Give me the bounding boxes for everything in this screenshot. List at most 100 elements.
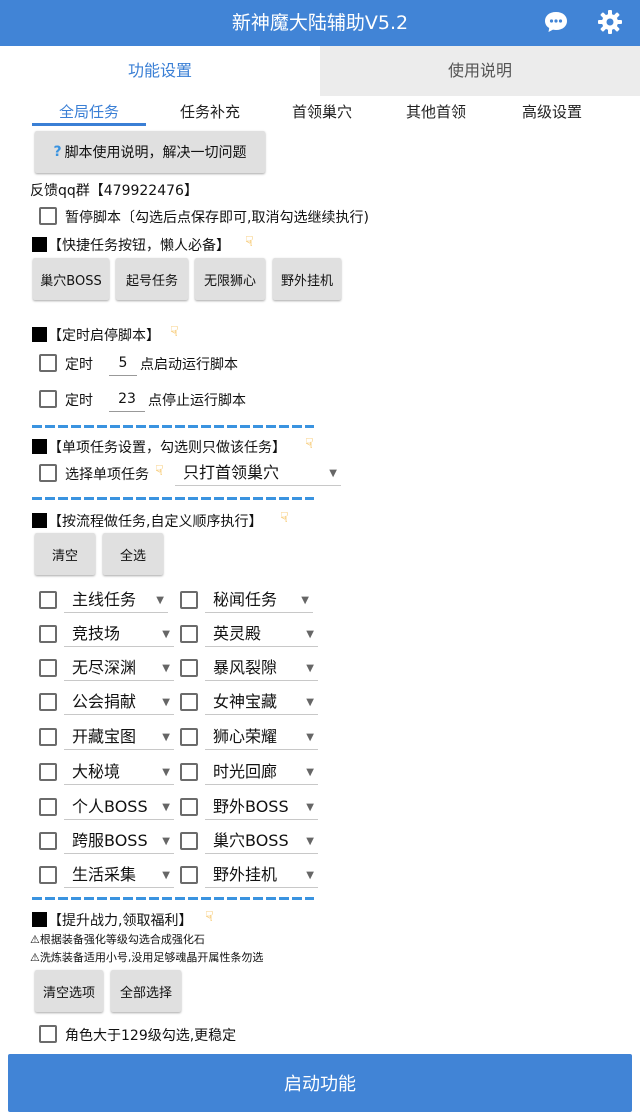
flow-task-label: 野外BOSS [213, 797, 289, 816]
flow-section-heading: 【按流程做任务,自定义顺序执行】 [48, 514, 263, 530]
flow-task-checkbox[interactable] [39, 866, 57, 884]
chat-button[interactable] [537, 4, 575, 40]
flow-task-select[interactable]: 跨服BOSS ▼ [64, 828, 174, 854]
subtab-other-bosses[interactable]: 其他首领 [378, 98, 494, 126]
power-select-all-button[interactable]: 全部选择 [111, 970, 181, 1012]
start-function-button[interactable]: 启动功能 [8, 1054, 632, 1112]
chevron-down-icon: ▼ [156, 595, 164, 606]
chevron-down-icon: ▼ [162, 802, 170, 813]
flow-task-select[interactable]: 大秘境 ▼ [64, 759, 174, 785]
flow-task-label: 时光回廊 [213, 762, 278, 781]
flow-task-label: 野外挂机 [213, 865, 278, 884]
flow-task-checkbox[interactable] [39, 763, 57, 781]
warning-refine-equipment: ⚠洗炼装备适用小号,没用足够魂晶开属性条勿选 [30, 951, 264, 964]
flow-select-all-button[interactable]: 全选 [103, 533, 163, 575]
section-divider [32, 497, 314, 500]
flow-task-select[interactable]: 女神宝藏 ▼ [205, 689, 318, 715]
section-marker [32, 327, 47, 342]
flow-task-label: 女神宝藏 [213, 692, 278, 711]
subtab-global-tasks[interactable]: 全局任务 [32, 98, 146, 126]
subtab-boss-nest[interactable]: 首领巢穴 [264, 98, 380, 126]
flow-task-label: 竞技场 [72, 624, 121, 643]
flow-task-select[interactable]: 公会捐献 ▼ [64, 689, 174, 715]
flow-task-label: 主线任务 [72, 590, 137, 609]
chevron-down-icon: ▼ [306, 663, 314, 674]
flow-task-checkbox[interactable] [180, 763, 198, 781]
chevron-down-icon: ▼ [162, 732, 170, 743]
flow-task-checkbox[interactable] [180, 728, 198, 746]
flow-task-select[interactable]: 开藏宝图 ▼ [64, 724, 174, 750]
flow-task-checkbox[interactable] [39, 625, 57, 643]
flow-task-checkbox[interactable] [180, 625, 198, 643]
timer-start-checkbox[interactable] [39, 354, 57, 372]
flow-task-checkbox[interactable] [39, 659, 57, 677]
flow-task-select[interactable]: 巢穴BOSS ▼ [205, 828, 318, 854]
flow-task-checkbox[interactable] [39, 728, 57, 746]
gear-icon [598, 10, 622, 34]
flow-task-checkbox[interactable] [180, 659, 198, 677]
section-marker [32, 513, 47, 528]
pointing-hand-icon: ☟ [305, 436, 314, 452]
flow-task-checkbox[interactable] [39, 693, 57, 711]
timer-start-prefix: 定时 [65, 357, 93, 373]
chevron-down-icon: ▼ [306, 802, 314, 813]
power-clear-button[interactable]: 清空选项 [35, 970, 103, 1012]
chevron-down-icon: ▼ [162, 836, 170, 847]
flow-task-checkbox[interactable] [180, 866, 198, 884]
flow-task-checkbox[interactable] [180, 832, 198, 850]
flow-task-checkbox[interactable] [180, 591, 198, 609]
flow-task-label: 无尽深渊 [72, 658, 137, 677]
flow-task-select[interactable]: 主线任务 ▼ [64, 587, 168, 613]
level-129-checkbox[interactable] [39, 1025, 57, 1043]
single-task-select[interactable]: 只打首领巢穴 ▼ [175, 460, 341, 486]
pause-checkbox[interactable] [39, 207, 57, 225]
subtab-advanced-settings[interactable]: 高级设置 [494, 98, 610, 126]
chevron-down-icon: ▼ [162, 629, 170, 640]
help-button-label: 脚本使用说明，解决一切问题 [64, 145, 247, 161]
flow-task-checkbox[interactable] [39, 798, 57, 816]
question-icon: ? [53, 144, 62, 160]
chevron-down-icon: ▼ [306, 767, 314, 778]
timer-stop-hour-input[interactable]: 23 [109, 386, 145, 412]
flow-task-label: 跨服BOSS [72, 831, 148, 850]
flow-task-checkbox[interactable] [39, 832, 57, 850]
chevron-down-icon: ▼ [306, 697, 314, 708]
flow-task-checkbox[interactable] [180, 693, 198, 711]
flow-task-select[interactable]: 时光回廊 ▼ [205, 759, 318, 785]
chevron-down-icon: ▼ [162, 767, 170, 778]
section-marker [32, 237, 47, 252]
help-button[interactable]: ? 脚本使用说明，解决一切问题 [35, 131, 265, 173]
quick-button-infinite-lionheart[interactable]: 无限狮心 [195, 258, 265, 300]
flow-clear-button[interactable]: 清空 [35, 533, 95, 575]
timer-start-hour-input[interactable]: 5 [109, 350, 137, 376]
settings-button[interactable] [591, 4, 629, 40]
single-task-heading: 【单项任务设置，勾选则只做该任务】 [48, 440, 286, 456]
subtab-task-supplement[interactable]: 任务补充 [152, 98, 268, 126]
flow-task-select[interactable]: 个人BOSS ▼ [64, 794, 174, 820]
pointing-hand-icon: ☟ [205, 909, 214, 925]
pause-label: 暂停脚本〔勾选后点保存即可,取消勾选继续执行) [65, 210, 369, 226]
single-task-checkbox[interactable] [39, 464, 57, 482]
section-divider [32, 425, 314, 428]
level-129-label: 角色大于129级勾选,更稳定 [65, 1028, 237, 1044]
flow-task-select[interactable]: 竞技场 ▼ [64, 621, 174, 647]
section-marker [32, 439, 47, 454]
tab-usage-instructions[interactable]: 使用说明 [320, 46, 640, 96]
flow-task-select[interactable]: 野外BOSS ▼ [205, 794, 318, 820]
quick-button-starter-tasks[interactable]: 起号任务 [116, 258, 188, 300]
flow-task-select[interactable]: 英灵殿 ▼ [205, 621, 318, 647]
tab-function-settings[interactable]: 功能设置 [0, 46, 320, 96]
timer-stop-checkbox[interactable] [39, 390, 57, 408]
quick-button-nest-boss[interactable]: 巢穴BOSS [33, 258, 109, 300]
quick-button-field-afk[interactable]: 野外挂机 [273, 258, 341, 300]
flow-task-select[interactable]: 狮心荣耀 ▼ [205, 724, 318, 750]
flow-task-select[interactable]: 秘闻任务 ▼ [205, 587, 313, 613]
flow-task-select[interactable]: 暴风裂隙 ▼ [205, 655, 318, 681]
flow-task-checkbox[interactable] [39, 591, 57, 609]
flow-task-select[interactable]: 无尽深渊 ▼ [64, 655, 174, 681]
flow-task-checkbox[interactable] [180, 798, 198, 816]
flow-task-select[interactable]: 野外挂机 ▼ [205, 862, 318, 888]
chevron-down-icon: ▼ [306, 732, 314, 743]
flow-task-label: 生活采集 [72, 865, 137, 884]
flow-task-select[interactable]: 生活采集 ▼ [64, 862, 174, 888]
